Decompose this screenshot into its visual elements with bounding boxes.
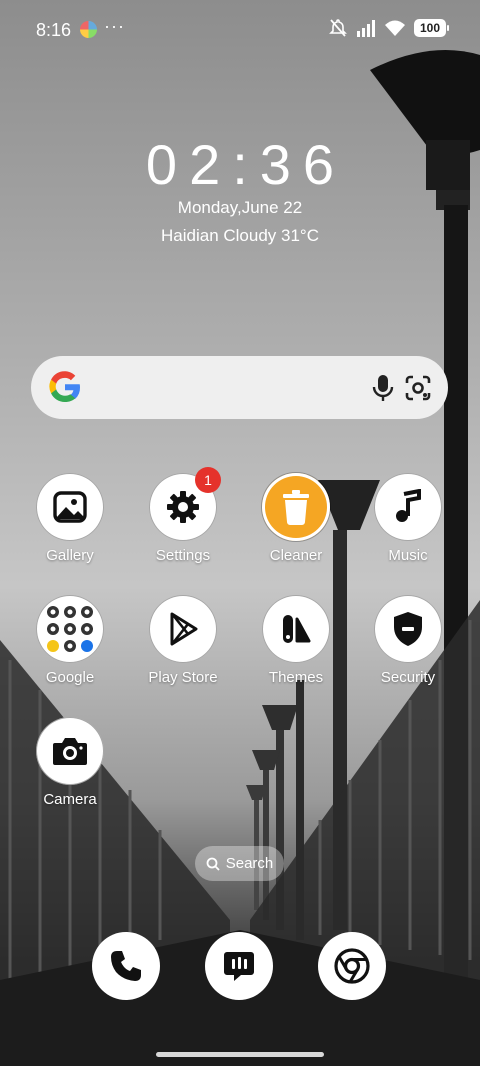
gesture-nav-bar[interactable] — [156, 1052, 324, 1057]
mute-icon — [329, 19, 347, 37]
messages-icon — [224, 952, 254, 981]
dock-phone[interactable] — [92, 932, 160, 1000]
themes-icon — [262, 595, 330, 663]
battery-indicator: 100 — [414, 19, 449, 37]
gear-icon: 1 — [149, 467, 221, 541]
chrome-icon — [334, 948, 370, 984]
wifi-icon — [385, 20, 405, 36]
app-label: Google — [45, 669, 95, 686]
google-g-icon — [49, 371, 81, 403]
mic-icon[interactable] — [369, 373, 397, 403]
dock-chrome[interactable] — [318, 932, 386, 1000]
lens-icon[interactable] — [403, 373, 433, 403]
app-music[interactable]: Music — [353, 473, 463, 564]
music-note-icon — [374, 473, 442, 541]
weather-text[interactable]: Haidian Cloudy 31°C — [0, 226, 480, 246]
clock-widget-date[interactable]: Monday,June 22 — [0, 198, 480, 218]
shield-icon — [374, 595, 442, 663]
app-label: Security — [380, 669, 436, 686]
app-themes[interactable]: Themes — [241, 595, 351, 686]
app-settings[interactable]: 1 Settings — [128, 467, 238, 564]
search-icon — [206, 857, 220, 871]
app-notification-icon — [80, 21, 97, 38]
google-search-bar[interactable] — [31, 356, 448, 419]
app-label: Themes — [268, 669, 324, 686]
notification-badge: 1 — [195, 467, 221, 493]
app-label: Gallery — [46, 547, 94, 564]
app-label: Cleaner — [269, 547, 323, 564]
trash-icon — [262, 473, 330, 541]
app-security[interactable]: Security — [353, 595, 463, 686]
app-label: Play Store — [148, 669, 218, 686]
play-store-icon — [149, 595, 217, 663]
clock-widget-time[interactable]: 02:36 — [0, 132, 480, 197]
more-notifications-icon: ··· — [104, 16, 125, 36]
app-play-store[interactable]: Play Store — [128, 595, 238, 686]
gallery-icon — [36, 473, 104, 541]
app-camera[interactable]: Camera — [15, 717, 125, 808]
home-search-button[interactable]: Search — [195, 846, 284, 881]
app-label: Music — [388, 547, 428, 564]
dock-messages[interactable] — [205, 932, 273, 1000]
signal-icon — [357, 20, 375, 37]
phone-icon — [111, 951, 141, 981]
status-time: 8:16 — [36, 20, 72, 40]
search-label: Search — [225, 855, 274, 872]
camera-icon — [36, 717, 104, 785]
app-cleaner[interactable]: Cleaner — [241, 473, 351, 564]
folder-icon — [36, 595, 104, 663]
app-label: Settings — [155, 547, 211, 564]
app-gallery[interactable]: Gallery — [15, 473, 125, 564]
app-folder-google[interactable]: Google — [15, 595, 125, 686]
status-bar: 8:16 ··· 100 — [0, 0, 480, 60]
app-label: Camera — [43, 791, 97, 808]
